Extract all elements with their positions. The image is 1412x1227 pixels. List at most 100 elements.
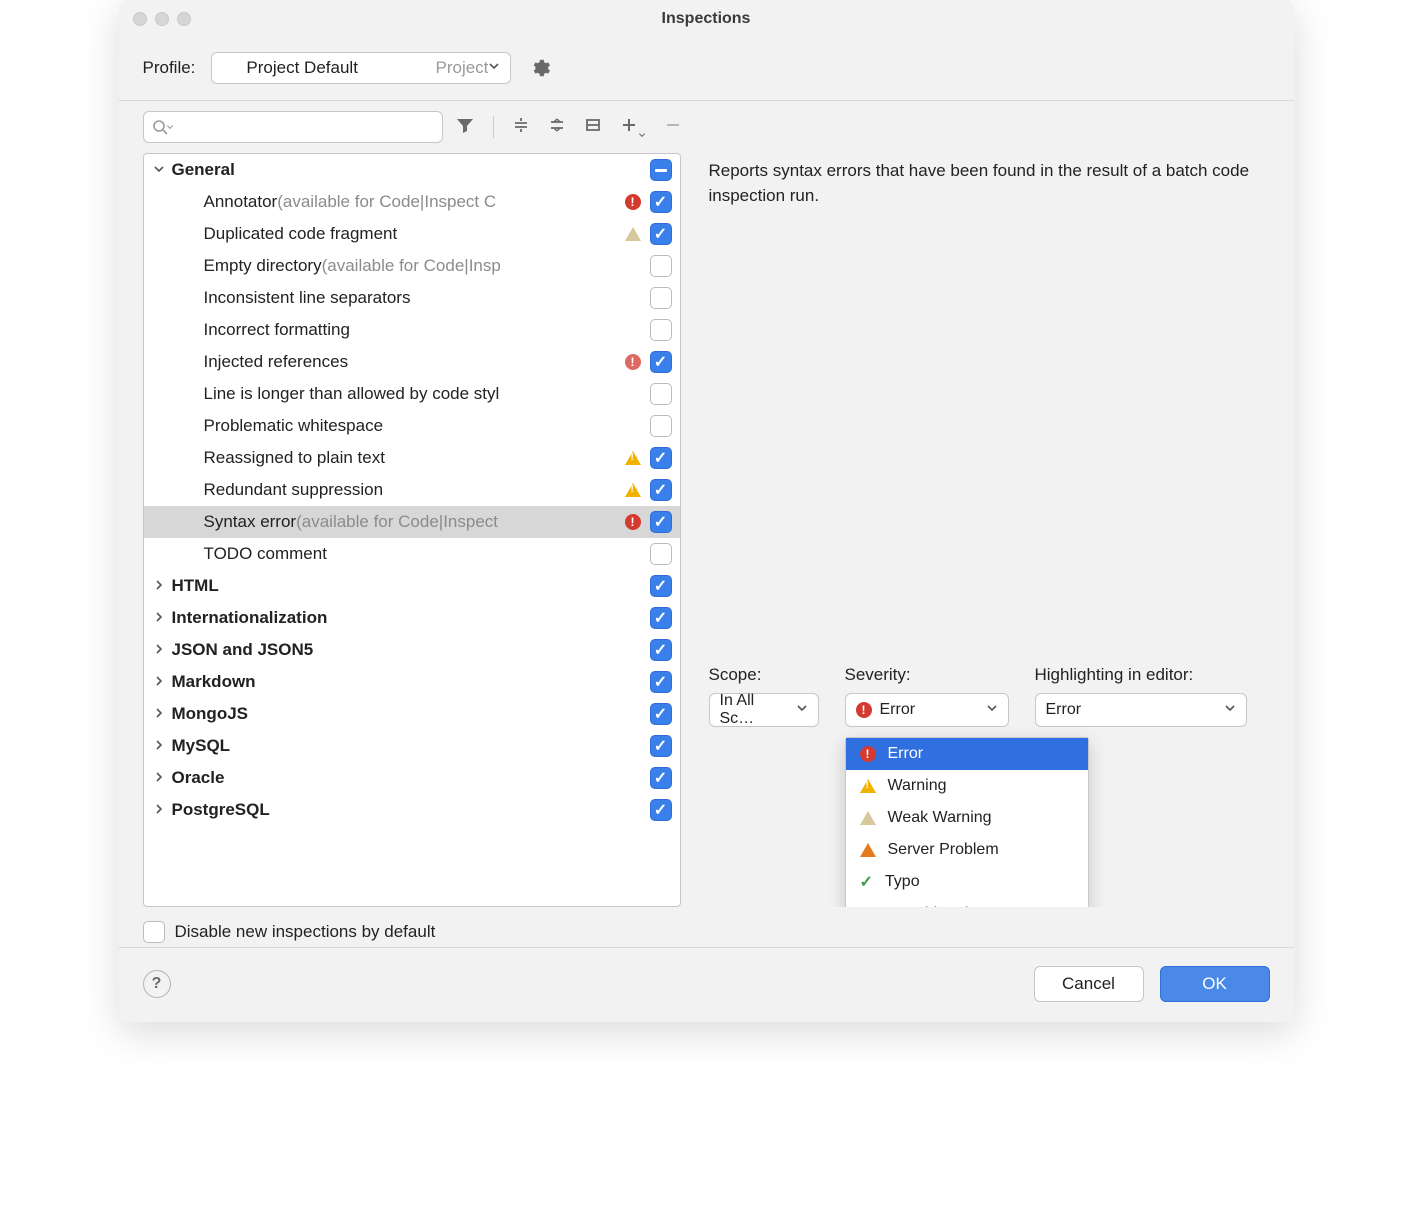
group-checkbox[interactable] — [650, 639, 672, 661]
tree-item[interactable]: Incorrect formatting — [144, 314, 680, 346]
group-label: General — [172, 160, 618, 180]
group-checkbox[interactable] — [650, 767, 672, 789]
group-checkbox[interactable] — [650, 575, 672, 597]
tree-item[interactable]: Empty directory (available for Code|Insp — [144, 250, 680, 282]
tree-item[interactable]: Problematic whitespace — [144, 410, 680, 442]
toolbar-row — [119, 101, 1294, 153]
chevron-right-icon[interactable] — [144, 768, 172, 788]
chevron-down-icon — [986, 701, 998, 719]
search-field[interactable] — [174, 119, 434, 136]
highlight-select[interactable]: Error — [1035, 693, 1247, 727]
tree-group[interactable]: MongoJS — [144, 698, 680, 730]
severity-option[interactable]: Warning — [846, 770, 1088, 802]
profile-settings-button[interactable] — [527, 55, 553, 81]
group-checkbox[interactable] — [650, 159, 672, 181]
error-icon — [625, 514, 641, 530]
tree-item[interactable]: Reassigned to plain text — [144, 442, 680, 474]
item-checkbox[interactable] — [650, 255, 672, 277]
tree-item[interactable]: Redundant suppression — [144, 474, 680, 506]
item-checkbox[interactable] — [650, 351, 672, 373]
tree-item[interactable]: Inconsistent line separators — [144, 282, 680, 314]
expand-all-icon[interactable] — [512, 116, 530, 139]
item-checkbox[interactable] — [650, 383, 672, 405]
tree-group[interactable]: MySQL — [144, 730, 680, 762]
chevron-right-icon[interactable] — [144, 640, 172, 660]
zoom-window-icon[interactable] — [177, 12, 191, 26]
severity-col: Severity: Error ErrorWarningWeak Warning… — [845, 665, 1009, 727]
remove-icon[interactable] — [664, 116, 682, 139]
disable-checkbox[interactable] — [143, 921, 165, 943]
tree-group[interactable]: JSON and JSON5 — [144, 634, 680, 666]
group-checkbox[interactable] — [650, 703, 672, 725]
group-checkbox[interactable] — [650, 735, 672, 757]
collapse-all-icon[interactable] — [548, 116, 566, 139]
chevron-down-icon — [1224, 701, 1236, 719]
tree-item[interactable]: TODO comment — [144, 538, 680, 570]
tree-item[interactable]: Injected references — [144, 346, 680, 378]
search-input[interactable] — [143, 111, 443, 143]
help-button[interactable]: ? — [143, 970, 171, 998]
chevron-right-icon[interactable] — [144, 576, 172, 596]
chevron-right-icon[interactable] — [144, 736, 172, 756]
tree-group[interactable]: Markdown — [144, 666, 680, 698]
item-checkbox[interactable] — [650, 479, 672, 501]
item-checkbox[interactable] — [650, 543, 672, 565]
reset-icon[interactable] — [584, 116, 602, 139]
scope-select[interactable]: In All Sc… — [709, 693, 819, 727]
filter-icon[interactable] — [455, 115, 475, 140]
item-label: Reassigned to plain text — [144, 448, 618, 468]
item-checkbox[interactable] — [650, 511, 672, 533]
tree-group[interactable]: HTML — [144, 570, 680, 602]
item-checkbox[interactable] — [650, 319, 672, 341]
chevron-right-icon[interactable] — [144, 800, 172, 820]
item-checkbox[interactable] — [650, 191, 672, 213]
severity-label: Severity: — [845, 665, 1009, 685]
server-problem-icon — [860, 843, 876, 857]
chevron-down-icon[interactable] — [144, 160, 172, 180]
item-checkbox[interactable] — [650, 415, 672, 437]
tree-group[interactable]: Internationalization — [144, 602, 680, 634]
severity-option[interactable]: Server Problem — [846, 834, 1088, 866]
profile-select[interactable]: Project Default Project — [211, 52, 511, 84]
severity-option[interactable]: Consideration — [846, 898, 1088, 907]
tree-item[interactable]: Line is longer than allowed by code styl — [144, 378, 680, 410]
close-window-icon[interactable] — [133, 12, 147, 26]
severity-option[interactable]: ✓Typo — [846, 866, 1088, 898]
severity-value: Error — [880, 701, 916, 719]
main-area: General Annotator (available for Code|In… — [119, 153, 1294, 907]
item-label: Incorrect formatting — [144, 320, 618, 340]
severity-option[interactable]: Weak Warning — [846, 802, 1088, 834]
group-checkbox[interactable] — [650, 799, 672, 821]
item-checkbox[interactable] — [650, 447, 672, 469]
add-icon[interactable] — [620, 116, 646, 139]
tree-item[interactable]: Syntax error (available for Code|Inspect — [144, 506, 680, 538]
tree-group[interactable]: Oracle — [144, 762, 680, 794]
severity-option[interactable]: Error — [846, 738, 1088, 770]
chevron-right-icon[interactable] — [144, 608, 172, 628]
minimize-window-icon[interactable] — [155, 12, 169, 26]
group-checkbox[interactable] — [650, 607, 672, 629]
titlebar: Inspections — [119, 0, 1294, 38]
chevron-right-icon[interactable] — [144, 704, 172, 724]
item-label: Inconsistent line separators — [144, 288, 618, 308]
tree-group[interactable]: PostgreSQL — [144, 794, 680, 826]
item-checkbox[interactable] — [650, 223, 672, 245]
tree-item[interactable]: Duplicated code fragment — [144, 218, 680, 250]
severity-select[interactable]: Error — [845, 693, 1009, 727]
group-label: HTML — [172, 576, 618, 596]
group-label: Oracle — [172, 768, 618, 788]
inspection-tree[interactable]: General Annotator (available for Code|In… — [143, 153, 681, 907]
tree-item[interactable]: Annotator (available for Code|Inspect C — [144, 186, 680, 218]
group-checkbox[interactable] — [650, 671, 672, 693]
item-label: Syntax error (available for Code|Inspect — [144, 512, 618, 532]
item-label: TODO comment — [144, 544, 618, 564]
tree-group-general[interactable]: General — [144, 154, 680, 186]
item-label: Problematic whitespace — [144, 416, 618, 436]
group-label: MySQL — [172, 736, 618, 756]
item-checkbox[interactable] — [650, 287, 672, 309]
window-title: Inspections — [662, 10, 751, 28]
chevron-down-icon — [488, 59, 500, 77]
ok-button[interactable]: OK — [1160, 966, 1270, 1002]
chevron-right-icon[interactable] — [144, 672, 172, 692]
cancel-button[interactable]: Cancel — [1034, 966, 1144, 1002]
